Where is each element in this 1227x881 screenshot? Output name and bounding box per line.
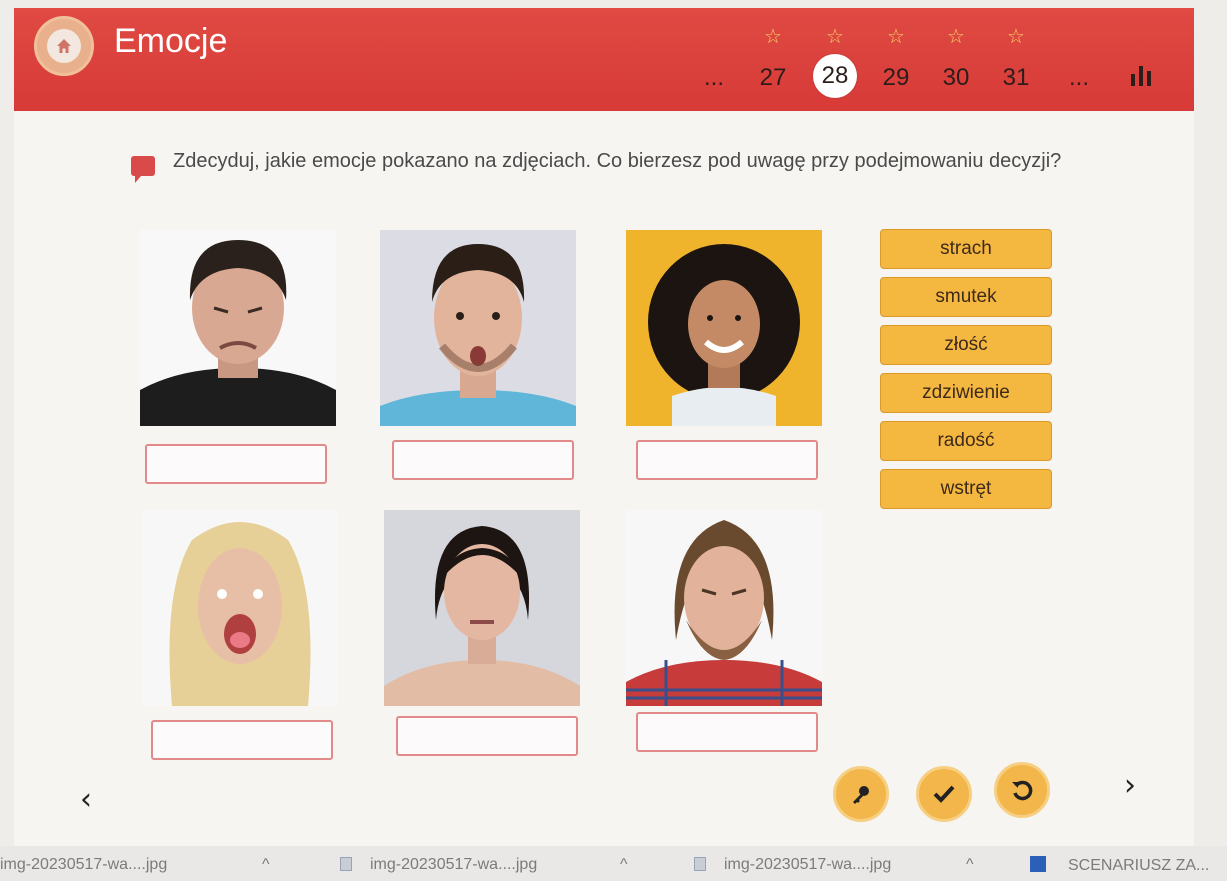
- face-illustration: [626, 520, 822, 706]
- check-button[interactable]: [916, 766, 972, 822]
- photo-5: [384, 510, 580, 706]
- reset-icon: [1012, 780, 1033, 801]
- answer-drop-3[interactable]: [636, 440, 818, 480]
- app-screen: Emocje ☆ ☆ ☆ ☆ ☆ ... 27 28 29 30 31 ... …: [14, 8, 1194, 848]
- photo-3: [626, 230, 822, 426]
- chevron-up-icon[interactable]: ^: [620, 856, 628, 874]
- download-item[interactable]: img-20230517-wa....jpg: [0, 856, 167, 874]
- download-item[interactable]: SCENARIUSZ ZA...: [1030, 856, 1209, 875]
- home-button[interactable]: [34, 16, 94, 76]
- face-illustration: [380, 244, 576, 426]
- photo-2: [380, 230, 576, 426]
- stats-icon[interactable]: [1129, 64, 1153, 88]
- emotion-chip-wstret[interactable]: wstręt: [880, 469, 1052, 509]
- key-icon: [853, 786, 869, 804]
- answer-drop-4[interactable]: [151, 720, 333, 760]
- face-illustration: [384, 526, 580, 706]
- face-illustration: [648, 244, 800, 426]
- page-27[interactable]: 27: [748, 64, 798, 92]
- emotion-chip-strach[interactable]: strach: [880, 229, 1052, 269]
- page-31[interactable]: 31: [991, 64, 1041, 92]
- reset-button[interactable]: [994, 762, 1050, 818]
- answer-drop-2[interactable]: [392, 440, 574, 480]
- answer-drop-5[interactable]: [396, 716, 578, 756]
- answer-drop-1[interactable]: [145, 444, 327, 484]
- chevron-up-icon[interactable]: ^: [262, 856, 270, 874]
- app-title: Emocje: [114, 22, 228, 60]
- photo-6: [626, 510, 822, 706]
- image-file-icon: [694, 857, 706, 871]
- word-document-icon: [1030, 856, 1046, 872]
- answer-drop-6[interactable]: [636, 712, 818, 752]
- download-item[interactable]: img-20230517-wa....jpg: [694, 856, 891, 874]
- page-29[interactable]: 29: [871, 64, 921, 92]
- download-bar: img-20230517-wa....jpg ^ img-20230517-wa…: [0, 846, 1227, 881]
- page-28-current[interactable]: 28: [813, 54, 857, 98]
- page-30[interactable]: 30: [931, 64, 981, 92]
- chevron-up-icon[interactable]: ^: [966, 856, 974, 874]
- instruction: Zdecyduj, jakie emocje pokazano na zdjęc…: [131, 150, 1111, 183]
- photo-1: [140, 230, 336, 426]
- emotion-chip-smutek[interactable]: smutek: [880, 277, 1052, 317]
- star-icon: ☆: [1007, 26, 1025, 48]
- next-arrow-button[interactable]: ›: [1124, 768, 1136, 803]
- home-icon-bg: [47, 29, 81, 63]
- emotion-chip-zdziwienie[interactable]: zdziwienie: [880, 373, 1052, 413]
- home-icon: [57, 39, 71, 53]
- photo-4: [142, 510, 338, 706]
- emotion-chip-zlosc[interactable]: złość: [880, 325, 1052, 365]
- speech-bubble-icon: [131, 156, 155, 183]
- check-icon: [933, 785, 955, 803]
- emotion-chip-radosc[interactable]: radość: [880, 421, 1052, 461]
- star-icon: ☆: [947, 26, 965, 48]
- page-navigator: ☆ ☆ ☆ ☆ ☆ ... 27 28 29 30 31 ...: [684, 20, 1184, 100]
- image-file-icon: [340, 857, 352, 871]
- page-ellipsis-next[interactable]: ...: [1054, 64, 1104, 92]
- instruction-text: Zdecyduj, jakie emocje pokazano na zdjęc…: [173, 150, 1062, 172]
- star-icon: ☆: [887, 26, 905, 48]
- face-illustration: [169, 522, 311, 706]
- download-item[interactable]: img-20230517-wa....jpg: [340, 856, 537, 874]
- face-illustration: [140, 240, 336, 426]
- star-icon: ☆: [764, 26, 782, 48]
- star-icon: ☆: [826, 26, 844, 48]
- header-bar: Emocje ☆ ☆ ☆ ☆ ☆ ... 27 28 29 30 31 ...: [14, 8, 1194, 111]
- prev-arrow-button[interactable]: ‹: [80, 782, 92, 817]
- page-ellipsis-prev[interactable]: ...: [689, 64, 739, 92]
- key-button[interactable]: [833, 766, 889, 822]
